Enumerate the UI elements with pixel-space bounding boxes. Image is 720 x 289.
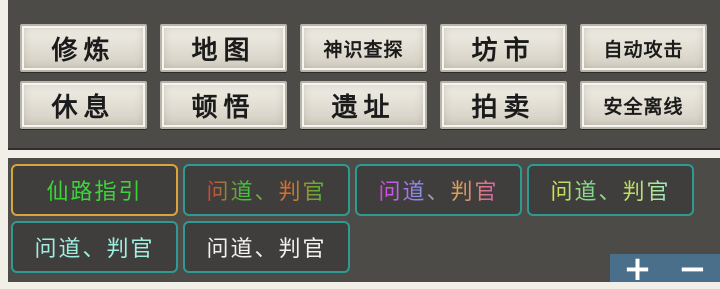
title-item[interactable]: 问道、判官 <box>527 164 694 216</box>
zoom-controls: + − <box>610 252 720 286</box>
safe-offline-button[interactable]: 安全离线 <box>580 81 707 129</box>
enlightenment-button[interactable]: 顿悟 <box>160 81 287 129</box>
title-item-guide[interactable]: 仙路指引 <box>11 164 178 216</box>
divine-sense-scan-button[interactable]: 神识查探 <box>300 24 427 72</box>
title-item[interactable]: 问道、判官 <box>183 164 350 216</box>
title-label: 问道、判官 <box>34 237 155 262</box>
title-label: 问道、判官 <box>550 174 670 206</box>
cultivate-button[interactable]: 修炼 <box>20 24 147 72</box>
zoom-out-button[interactable]: − <box>678 252 707 286</box>
ruins-button[interactable]: 遗址 <box>300 81 427 129</box>
title-label: 仙路指引 <box>46 180 143 205</box>
action-menu-grid: 修炼 地图 神识查探 坊市 自动攻击 休息 顿悟 遗址 拍卖 安全离线 <box>20 24 707 129</box>
zoom-in-button[interactable]: + <box>623 252 652 286</box>
title-item[interactable]: 问道、判官 <box>11 221 178 273</box>
map-button[interactable]: 地图 <box>160 24 287 72</box>
auction-button[interactable]: 拍卖 <box>440 81 567 129</box>
title-label: 问道、判官 <box>206 237 327 262</box>
market-button[interactable]: 坊市 <box>440 24 567 72</box>
titles-grid: 仙路指引 问道、判官 问道、判官 问道、判官 问道、判官 问道、判官 <box>11 164 694 273</box>
action-menu-panel: 修炼 地图 神识查探 坊市 自动攻击 休息 顿悟 遗址 拍卖 安全离线 <box>8 0 720 150</box>
title-label: 问道、判官 <box>206 174 326 206</box>
title-item[interactable]: 问道、判官 <box>355 164 522 216</box>
auto-attack-button[interactable]: 自动攻击 <box>580 24 707 72</box>
title-item[interactable]: 问道、判官 <box>183 221 350 273</box>
rest-button[interactable]: 休息 <box>20 81 147 129</box>
title-label: 问道、判官 <box>378 174 498 206</box>
